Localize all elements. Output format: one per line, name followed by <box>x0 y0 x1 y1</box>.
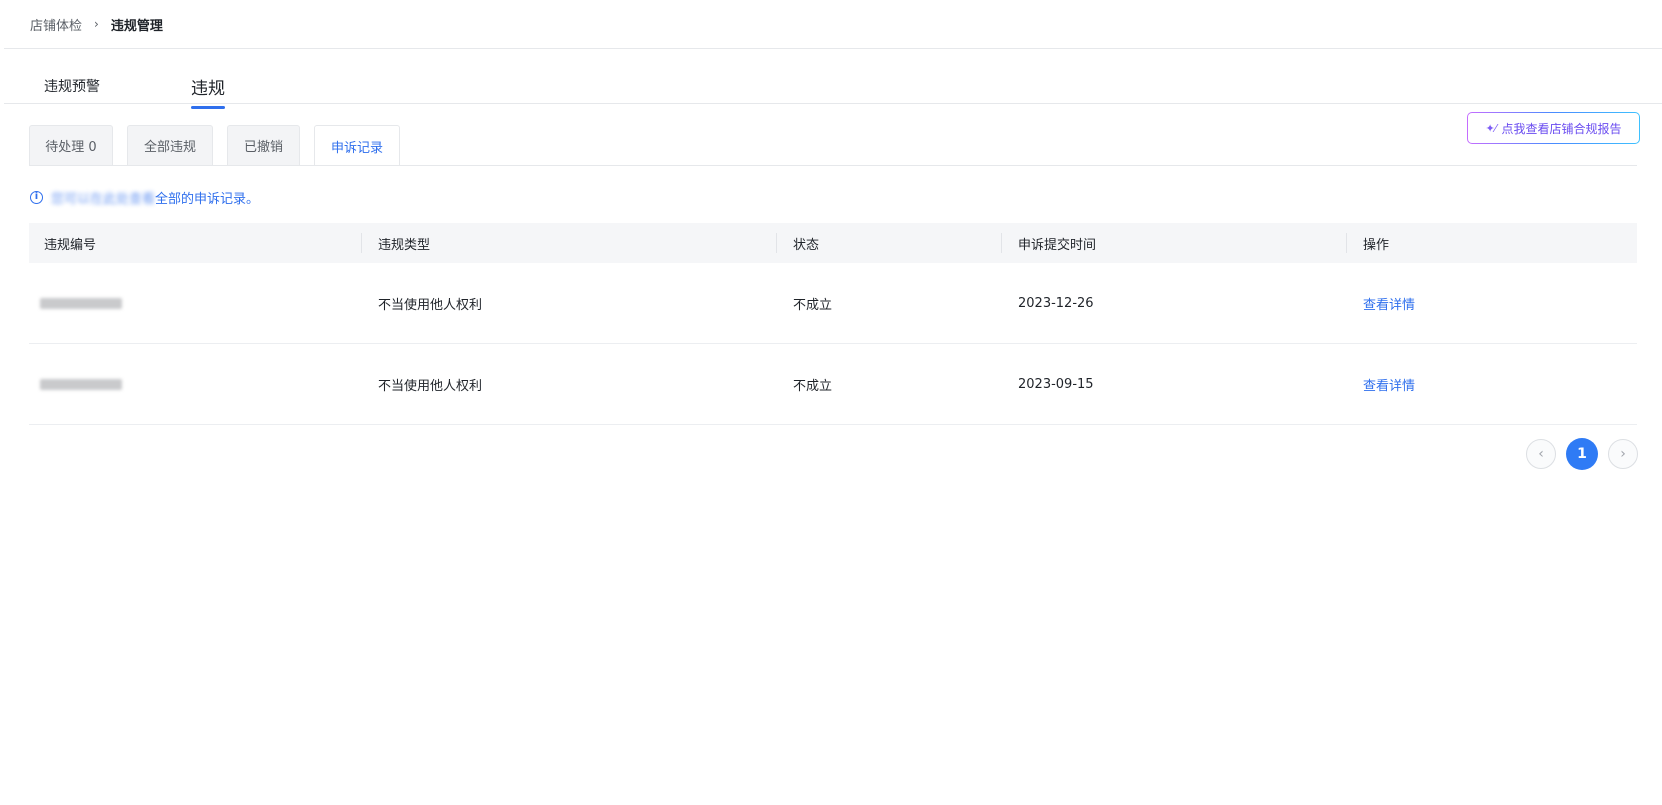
column-header-status: 状态 <box>793 237 820 253</box>
column-divider <box>776 233 777 253</box>
subtab-appeal-records[interactable]: 申诉记录 <box>314 125 400 166</box>
subtab-all-violations[interactable]: 全部违规 <box>127 125 213 165</box>
violation-type: 不当使用他人权利 <box>378 378 483 394</box>
compliance-report-button[interactable]: ✦⁄ 点我查看店铺合规报告 <box>1467 112 1640 144</box>
column-divider <box>1346 233 1347 253</box>
tabs-divider <box>4 103 1662 104</box>
submit-time: 2023-09-15 <box>1018 376 1094 392</box>
tab-violation-warning[interactable]: 违规预警 <box>44 76 100 124</box>
violation-type: 不当使用他人权利 <box>378 297 483 313</box>
chevron-right-icon: › <box>94 17 99 31</box>
breadcrumb-parent[interactable]: 店铺体检 <box>30 15 82 34</box>
subtabs-divider <box>29 165 1637 166</box>
violation-id-redacted <box>40 344 122 424</box>
subtab-label: 待处理 0 <box>45 140 97 155</box>
column-divider <box>1001 233 1002 253</box>
info-icon: i <box>30 190 43 204</box>
info-notice: i 您可以在此处查看全部的申诉记录。 <box>30 187 259 207</box>
notice-text: 全部的申诉记录。 <box>155 191 260 207</box>
column-header-violation-type: 违规类型 <box>378 237 431 253</box>
breadcrumb-current: 违规管理 <box>110 18 163 34</box>
report-button-label: 点我查看店铺合规报告 <box>1501 121 1622 136</box>
view-details-link[interactable]: 查看详情 <box>1363 344 1415 424</box>
subtab-label: 申诉记录 <box>330 140 383 156</box>
subtab-label: 全部违规 <box>143 140 196 155</box>
magic-wand-icon: ✦⁄ <box>1485 121 1497 135</box>
next-page-button[interactable]: › <box>1608 439 1638 469</box>
table-row: 不当使用他人权利 不成立 2023-09-15 查看详情 <box>29 344 1637 425</box>
column-divider <box>361 233 362 253</box>
status: 不成立 <box>793 378 833 394</box>
subtab-label: 已撤销 <box>243 140 283 155</box>
table-row: 不当使用他人权利 不成立 2023-12-26 查看详情 <box>29 263 1637 344</box>
status: 不成立 <box>793 297 833 313</box>
table-header: 违规编号 违规类型 状态 申诉提交时间 操作 <box>29 223 1637 263</box>
pagination: ‹ 1 › <box>1526 438 1638 471</box>
notice-blurred-text: 您可以在此处查看 <box>51 191 156 207</box>
tab-label: 违规 <box>191 79 225 99</box>
prev-page-button[interactable]: ‹ <box>1526 439 1556 469</box>
submit-time: 2023-12-26 <box>1018 295 1094 311</box>
active-tab-underline <box>191 106 225 109</box>
tab-label: 违规预警 <box>44 79 100 95</box>
column-header-action: 操作 <box>1363 237 1390 253</box>
view-details-link[interactable]: 查看详情 <box>1363 263 1415 343</box>
tab-violation[interactable]: 违规 <box>191 74 225 122</box>
subtab-pending[interactable]: 待处理 0 <box>29 125 113 165</box>
header-divider <box>4 48 1662 49</box>
page-number-current[interactable]: 1 <box>1566 438 1598 470</box>
breadcrumb: 店铺体检 › 违规管理 <box>30 14 163 34</box>
column-header-violation-id: 违规编号 <box>44 237 97 253</box>
column-header-submit-time: 申诉提交时间 <box>1018 237 1097 253</box>
violation-id-redacted <box>40 263 122 343</box>
subtab-revoked[interactable]: 已撤销 <box>227 125 300 165</box>
